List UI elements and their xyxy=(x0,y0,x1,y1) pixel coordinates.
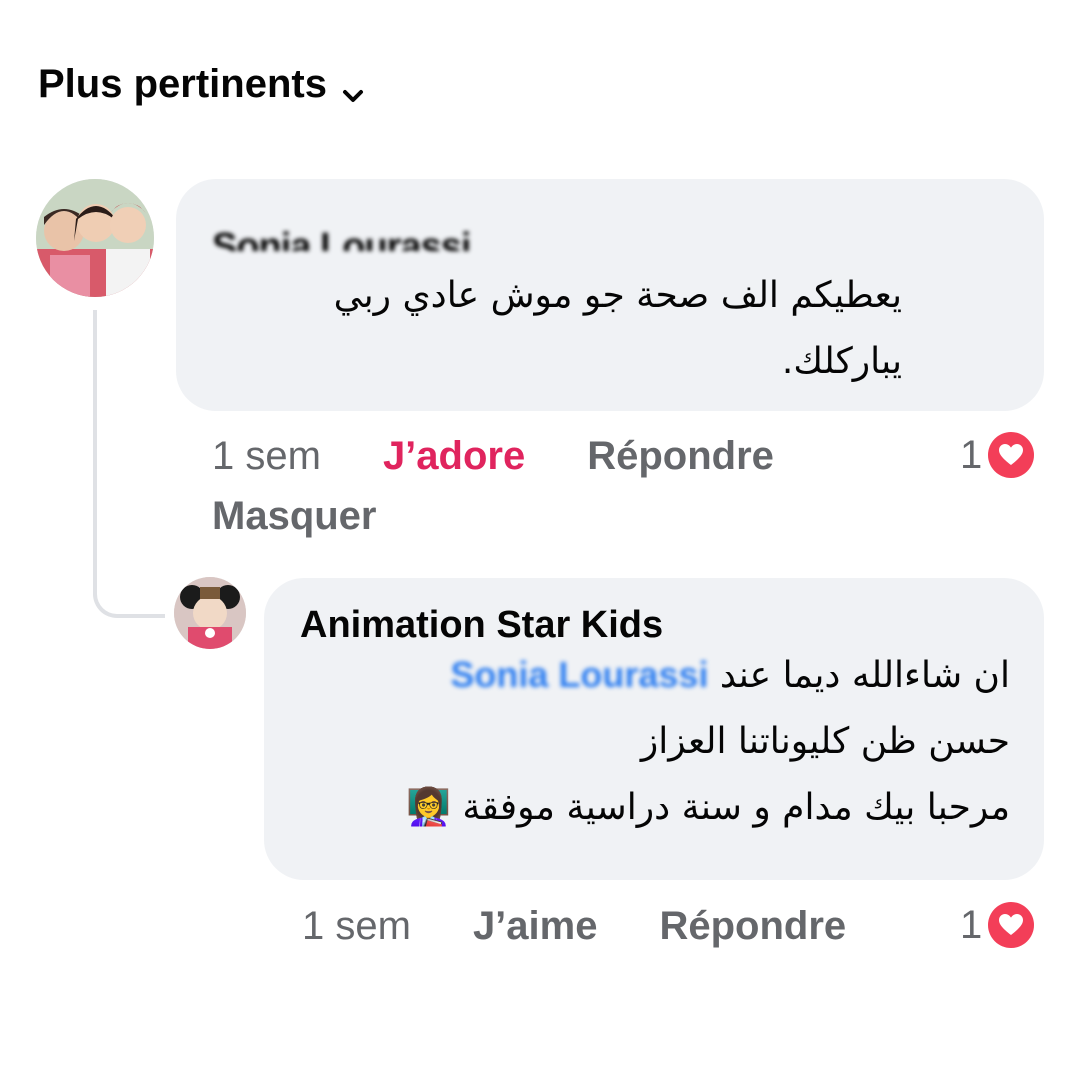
adore-button[interactable]: J’adore xyxy=(383,434,525,479)
comment-bubble: Animation Star Kids ان شاءالله ديما عند … xyxy=(264,578,1044,880)
comment-author[interactable]: Sonia Lourassi xyxy=(212,205,1008,251)
comment-text-line: حسن ظن كليوناتنا العزاز xyxy=(640,721,1010,762)
thread-connector xyxy=(93,310,165,618)
comment-text: يعطيكم الف صحة جو موش عادي ربي يباركلك. xyxy=(333,275,902,382)
comment-text-line: مرحبا بيك مدام و سنة دراسية موفقة 👩‍🏫 xyxy=(406,787,1010,828)
chevron-down-icon xyxy=(341,73,365,102)
reaction-count-number: 1 xyxy=(960,902,983,947)
sort-label: Plus pertinents xyxy=(38,62,327,106)
teacher-emoji: 👩‍🏫 xyxy=(406,787,451,828)
avatar[interactable] xyxy=(174,577,246,649)
reply-button[interactable]: Répondre xyxy=(659,904,846,949)
comment-text-line: ان شاءالله ديما عند Sonia Lourassi xyxy=(300,642,1010,709)
reaction-count-number: 1 xyxy=(960,432,983,477)
heart-icon xyxy=(988,902,1035,948)
reaction-count[interactable]: 1 xyxy=(960,432,1035,478)
heart-icon xyxy=(988,432,1035,478)
comment-timestamp[interactable]: 1 sem xyxy=(302,904,411,949)
avatar[interactable] xyxy=(36,179,154,297)
comment-text: ان شاءالله ديما عند Sonia Lourassi حسن ظ… xyxy=(300,642,1010,841)
like-button[interactable]: J’aime xyxy=(473,904,598,949)
comment-actions: 1 sem J’adore Répondre xyxy=(212,434,774,479)
reaction-count[interactable]: 1 xyxy=(960,902,1035,948)
comment-bubble: Sonia Lourassi يعطيكم الف صحة جو موش عاد… xyxy=(176,179,1044,411)
comment-actions-row2: Masquer xyxy=(212,494,377,539)
sort-dropdown[interactable]: Plus pertinents xyxy=(38,62,365,107)
reply-button[interactable]: Répondre xyxy=(587,434,774,479)
hide-button[interactable]: Masquer xyxy=(212,494,377,539)
comment-timestamp[interactable]: 1 sem xyxy=(212,434,321,479)
comment-actions: 1 sem J’aime Répondre xyxy=(302,904,846,949)
mention-link[interactable]: Sonia Lourassi xyxy=(450,642,708,708)
